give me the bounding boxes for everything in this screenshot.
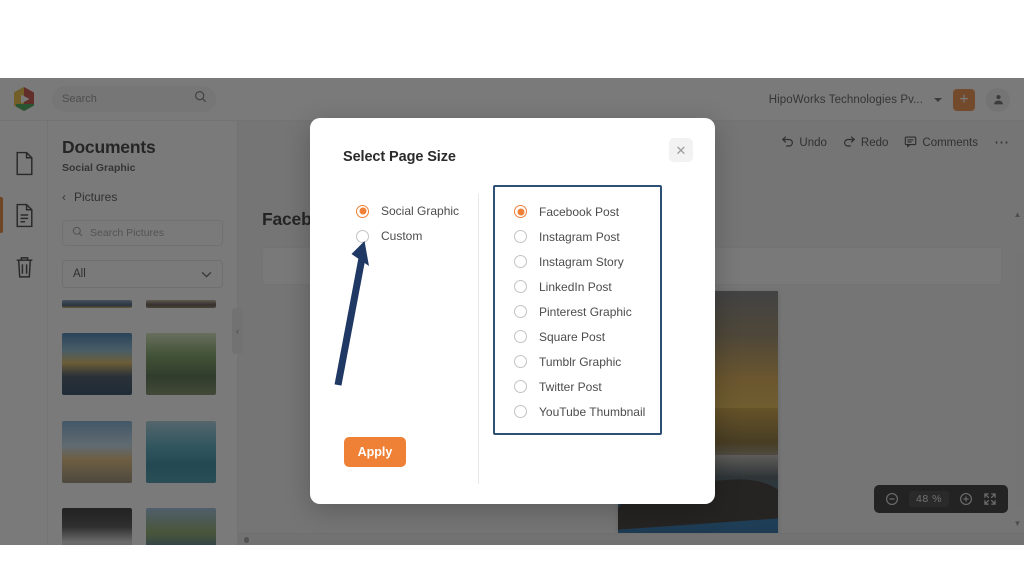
page-size-radio-group: Facebook Post Instagram Post Instagram S… (493, 185, 662, 435)
radio-option-pinterest-graphic[interactable]: Pinterest Graphic (514, 299, 660, 324)
radio-option-instagram-post[interactable]: Instagram Post (514, 224, 660, 249)
radio-label: Facebook Post (539, 204, 620, 219)
category-radio-group: Social Graphic Custom (356, 198, 486, 249)
radio-label: Instagram Story (539, 254, 624, 269)
radio-indicator (514, 380, 527, 393)
radio-indicator (514, 355, 527, 368)
radio-label: LinkedIn Post (539, 279, 612, 294)
radio-option-tumblr-graphic[interactable]: Tumblr Graphic (514, 349, 660, 374)
radio-indicator (514, 280, 527, 293)
apply-button[interactable]: Apply (344, 437, 406, 467)
radio-label: Social Graphic (381, 204, 460, 218)
radio-indicator (514, 405, 527, 418)
radio-label: Square Post (539, 329, 606, 344)
radio-option-linkedin-post[interactable]: LinkedIn Post (514, 274, 660, 299)
radio-indicator (356, 204, 369, 218)
radio-label: Pinterest Graphic (539, 304, 632, 319)
radio-indicator (514, 255, 527, 268)
radio-label: Instagram Post (539, 229, 620, 244)
radio-indicator (514, 330, 527, 343)
radio-option-instagram-story[interactable]: Instagram Story (514, 249, 660, 274)
radio-label: Tumblr Graphic (539, 354, 622, 369)
radio-label: Twitter Post (539, 379, 602, 394)
radio-option-twitter-post[interactable]: Twitter Post (514, 374, 660, 399)
select-page-size-dialog: Select Page Size ✕ Social Graphic Custom… (310, 118, 715, 504)
close-icon[interactable]: ✕ (669, 138, 693, 162)
radio-option-social-graphic[interactable]: Social Graphic (356, 198, 486, 224)
radio-option-youtube-thumbnail[interactable]: YouTube Thumbnail (514, 399, 660, 424)
column-divider (478, 194, 479, 484)
radio-label: Custom (381, 229, 423, 243)
radio-indicator (356, 229, 369, 243)
radio-indicator (514, 230, 527, 243)
radio-indicator (514, 205, 527, 218)
radio-option-square-post[interactable]: Square Post (514, 324, 660, 349)
radio-option-facebook-post[interactable]: Facebook Post (514, 199, 660, 224)
radio-label: YouTube Thumbnail (539, 404, 646, 419)
radio-indicator (514, 305, 527, 318)
dialog-title: Select Page Size (343, 149, 456, 165)
radio-option-custom[interactable]: Custom (356, 223, 486, 249)
